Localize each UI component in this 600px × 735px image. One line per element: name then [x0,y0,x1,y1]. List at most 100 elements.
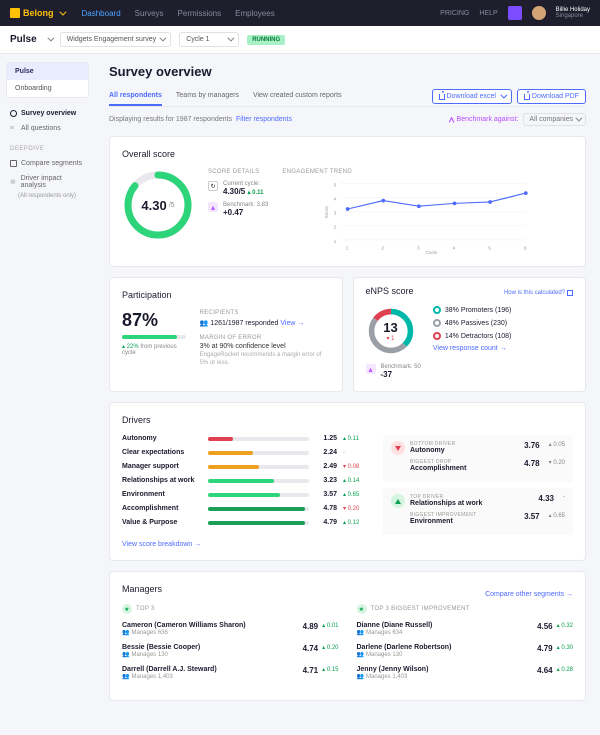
topbar: Belong Dashboard Surveys Permissions Emp… [0,0,600,26]
cycle-icon: ↻ [208,181,218,191]
benchmark-icon: ▴ [366,364,376,374]
circle-icon [10,110,17,117]
sidebar-survey-overview[interactable]: Survey overview [6,106,89,121]
driver-row: Manager support2.49▾ 0.08 [122,463,369,470]
view-response-count-link[interactable]: View response count → [433,345,512,352]
sidebar-pill-pulse[interactable]: Pulse [7,63,88,80]
svg-text:2: 2 [382,245,385,250]
nav-permissions[interactable]: Permissions [178,9,222,18]
svg-text:1: 1 [346,245,349,250]
card-title: Overall score [122,149,573,159]
subbar: Pulse Widgets Engagement survey Cycle 1 … [0,26,600,54]
engagement-trend-chart: ENGAGEMENT TREND 54 32 1 Score 1 [282,169,573,254]
compare-segments-link[interactable]: Compare other segments → [485,591,573,598]
manager-row: Dianne (Diane Russell)👥 Manages 6344.56▴… [357,622,574,636]
driver-row: Value & Purpose4.79▴ 0.12 [122,519,369,526]
sidebar-pill-group: Pulse Onboarding [6,62,89,98]
topbar-right: PRICING HELP Billie Holiday Singapore [440,6,590,20]
survey-select[interactable]: Widgets Engagement survey [60,32,172,47]
participation-card: Participation 87% ▴ 22% from previous cy… [109,277,343,392]
list-icon: ≡ [10,125,17,132]
enps-card: How is this calculated? eNPS score 13▾ 1 [353,277,587,392]
sidebar-note: (All respondents only) [18,193,89,199]
svg-text:Cycle: Cycle [426,250,438,254]
status-badge: RUNNING [247,35,285,45]
download-excel-button[interactable]: Download excel [432,89,512,104]
driver-row: Accomplishment4.78▾ 0.20 [122,505,369,512]
score-details: SCORE DETAILS ↻ Current cycle: 4.30/5 ▴ … [208,169,268,254]
overall-score-card: Overall score 4.30/5 SCORE DETAILS ↻ Cur… [109,136,586,267]
tab-all-respondents[interactable]: All respondents [109,87,162,106]
svg-text:Score: Score [324,206,329,219]
svg-text:3: 3 [417,245,420,250]
tab-teams-managers[interactable]: Teams by managers [176,87,239,106]
driver-row: Autonomy1.25▴ 0.11 [122,435,369,442]
tabs: All respondents Teams by managers View c… [109,87,342,106]
svg-text:3: 3 [334,211,337,216]
main-nav: Dashboard Surveys Permissions Employees [82,9,275,18]
avatar[interactable] [532,6,546,20]
download-icon [524,94,530,100]
star-icon: ★ [122,604,132,614]
driver-row: Environment3.57▴ 0.65 [122,491,369,498]
up-trend-icon [391,494,405,508]
benchmark-select[interactable]: All companies [523,113,586,126]
sidebar: Pulse Onboarding Survey overview ≡All qu… [0,54,95,729]
driver-summary-box: BOTTOM DRIVERAutonomy3.76▴ 0.05BIGGEST D… [383,435,573,482]
cycle-select[interactable]: Cycle 1 [179,32,239,47]
enps-legend: 38% Promoters (196) 48% Passives (230) 1… [433,306,512,379]
star-icon: ★ [357,604,367,614]
svg-text:4: 4 [334,197,337,202]
page-title: Survey overview [109,64,586,79]
pricing-link[interactable]: PRICING [440,10,469,17]
nav-surveys[interactable]: Surveys [135,9,164,18]
target-icon: ⊕ [10,178,17,186]
nav-dashboard[interactable]: Dashboard [82,9,121,18]
manager-row: Darlene (Darlene Robertson)👥 Manages 130… [357,644,574,658]
drivers-card: Drivers Autonomy1.25▴ 0.11Clear expectat… [109,402,586,561]
results-count: Displaying results for 1987 respondents [109,116,232,123]
participation-pct: 87% [122,310,186,331]
grid-icon [10,160,17,167]
user-meta[interactable]: Billie Holiday Singapore [556,7,590,19]
view-score-breakdown-link[interactable]: View score breakdown → [122,541,573,548]
sidebar-pill-onboarding[interactable]: Onboarding [7,80,88,97]
down-trend-icon [391,441,405,455]
chevron-down-icon [59,8,66,15]
svg-text:1: 1 [334,239,337,244]
drivers-summary: BOTTOM DRIVERAutonomy3.76▴ 0.05BIGGEST D… [383,435,573,535]
tabs-row: All respondents Teams by managers View c… [109,87,586,107]
driver-row: Relationships at work3.23▴ 0.14 [122,477,369,484]
manager-row: Cameron (Cameron Williams Sharon)👥 Manag… [122,622,339,636]
brand-icon [10,8,20,18]
filter-respondents-link[interactable]: Filter respondents [236,116,292,123]
overall-donut: 4.30/5 [122,169,194,241]
external-icon [567,290,573,296]
sidebar-all-questions[interactable]: ≡All questions [6,121,89,136]
svg-text:2: 2 [334,225,337,230]
manager-row: Bessie (Bessie Cooper)👥 Manages 1304.74▴… [122,644,339,658]
benchmark-icon [449,117,455,123]
benchmark-icon: ▴ [208,202,218,212]
tab-custom-reports[interactable]: View created custom reports [253,87,342,106]
app-icon[interactable] [508,6,522,20]
svg-text:4: 4 [453,245,456,250]
chevron-down-icon[interactable] [47,35,54,42]
manager-row: Darrell (Darrell A.J. Steward)👥 Manages … [122,666,339,680]
managers-card: Managers Compare other segments → ★TOP 3… [109,571,586,701]
help-link[interactable]: HELP [479,10,497,17]
download-pdf-button[interactable]: Download PDF [517,89,586,104]
sidebar-compare-segments[interactable]: Compare segments [6,156,89,171]
trend-chart-svg: 5 4 3 2 1 Score 1 2 3 4 5 6 Cycle [282,179,573,254]
view-recipients-link[interactable]: View → [280,320,304,327]
brand[interactable]: Belong [10,8,64,18]
content: Survey overview All respondents Teams by… [95,54,600,729]
driver-row: Clear expectations2.24- [122,449,369,456]
svg-text:6: 6 [524,245,527,250]
svg-text:5: 5 [334,183,337,188]
svg-text:5: 5 [489,245,492,250]
sidebar-driver-impact[interactable]: ⊕Driver impact analysis [6,171,89,193]
enps-donut: 13▾ 1 [366,306,416,356]
nav-employees[interactable]: Employees [235,9,275,18]
drivers-list: Autonomy1.25▴ 0.11 Clear expectations2.24… [122,435,369,535]
